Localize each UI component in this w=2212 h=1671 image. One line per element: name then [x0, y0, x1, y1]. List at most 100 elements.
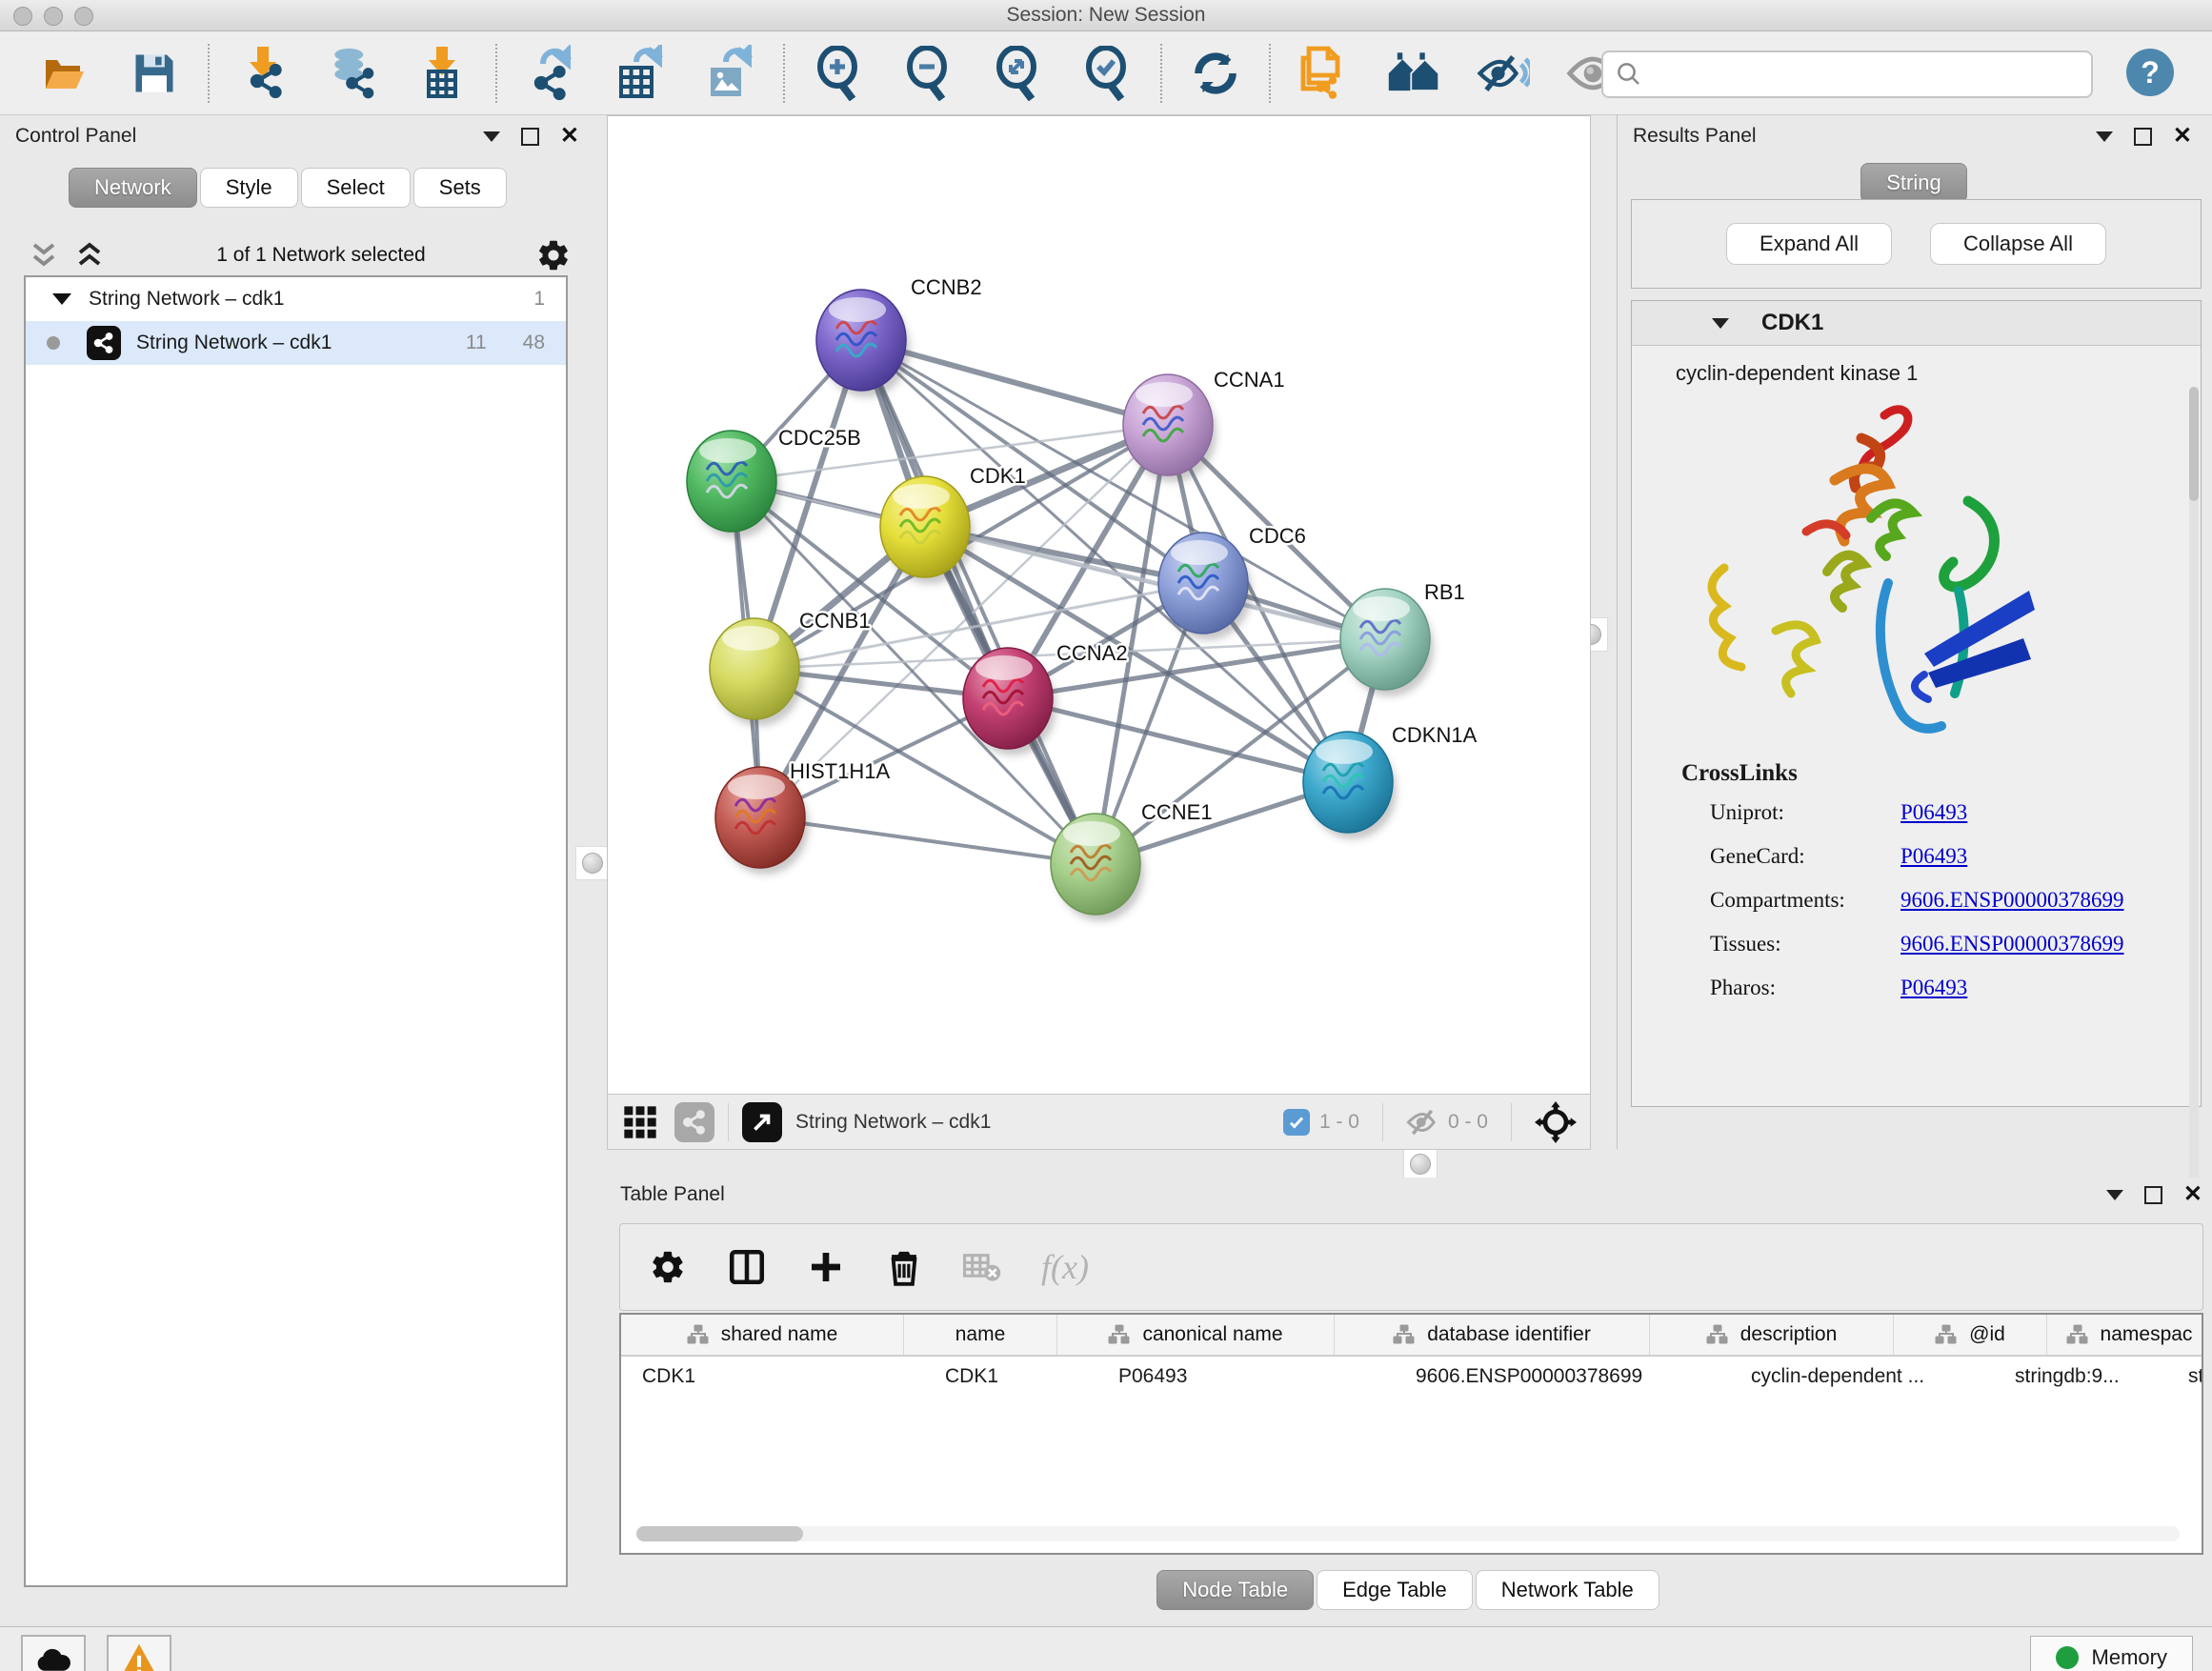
import-network-database-icon[interactable]	[326, 47, 379, 100]
edge-HIST1H1A-CCNE1[interactable]	[760, 817, 1096, 864]
column-header-database-identifier[interactable]: database identifier	[1335, 1315, 1650, 1355]
table-cell[interactable]: P06493	[1097, 1357, 1395, 1397]
table-cell[interactable]: stringdb:9...	[1994, 1357, 2167, 1397]
tab-select[interactable]: Select	[301, 168, 411, 208]
export-image-icon[interactable]	[703, 47, 756, 100]
network-overview-icon[interactable]	[674, 1102, 714, 1142]
export-table-icon[interactable]	[613, 47, 667, 100]
results-panel-menu-icon[interactable]	[2096, 131, 2113, 142]
node-RB1[interactable]	[1340, 589, 1434, 696]
open-session-icon[interactable]	[38, 47, 91, 100]
collapse-all-icon[interactable]	[29, 241, 61, 270]
node-details-expand-icon[interactable]	[1712, 318, 1729, 329]
memory-button[interactable]: Memory	[2030, 1636, 2193, 1671]
network-view-canvas[interactable]: CCNB2CCNA1CDC25BCDK1CDC6RB1CCNB1CCNA2CDK…	[607, 115, 1591, 1096]
hide-selection-icon[interactable]	[1477, 47, 1530, 100]
add-column-icon[interactable]	[807, 1248, 845, 1286]
table-horizontal-scrollbar[interactable]	[636, 1526, 2180, 1541]
column-header-namespac[interactable]: namespac	[2047, 1315, 2203, 1355]
node-CCNA1[interactable]	[1123, 374, 1217, 482]
import-table-icon[interactable]	[415, 47, 469, 100]
node-CCNB2[interactable]	[816, 290, 910, 397]
save-session-icon[interactable]	[128, 47, 181, 100]
results-panel-close-icon[interactable]: ✕	[2173, 125, 2192, 148]
show-columns-icon[interactable]	[727, 1247, 767, 1287]
collapse-all-button[interactable]: Collapse All	[1930, 223, 2106, 265]
tab-node-table[interactable]: Node Table	[1156, 1570, 1314, 1610]
network-collection-row[interactable]: String Network – cdk1 1	[26, 277, 566, 321]
help-button[interactable]: ?	[2126, 49, 2174, 96]
column-header-@id[interactable]: @id	[1894, 1315, 2047, 1355]
network-options-gear-icon[interactable]	[535, 237, 572, 273]
control-panel-close-icon[interactable]: ✕	[560, 125, 579, 148]
tab-network-table[interactable]: Network Table	[1476, 1570, 1659, 1610]
collection-expand-icon[interactable]	[52, 293, 71, 305]
crosslink-link[interactable]: 9606.ENSP00000378699	[1900, 888, 2124, 913]
tab-sets[interactable]: Sets	[413, 168, 507, 208]
clone-network-icon[interactable]	[1297, 47, 1351, 100]
table-cell[interactable]: 9606.ENSP00000378699	[1395, 1357, 1730, 1397]
table-row[interactable]: CDK1CDK1P064939606.ENSP00000378699cyclin…	[621, 1357, 2202, 1397]
birdseye-grid-icon[interactable]	[621, 1103, 659, 1141]
zoom-fit-icon[interactable]	[991, 47, 1044, 100]
expand-all-button[interactable]: Expand All	[1726, 223, 1892, 265]
crosslink-label: Pharos:	[1681, 976, 1900, 1000]
zoom-out-icon[interactable]	[901, 47, 955, 100]
home-icon[interactable]	[1387, 47, 1440, 100]
node-CCNB1[interactable]	[710, 618, 803, 726]
node-CDKN1A[interactable]	[1303, 732, 1397, 839]
left-splitter-handle[interactable]	[575, 846, 610, 880]
crosslink-link[interactable]: P06493	[1900, 844, 1967, 869]
expand-all-icon[interactable]	[74, 241, 107, 270]
column-header-name[interactable]: name	[904, 1315, 1057, 1355]
control-panel-menu-icon[interactable]	[483, 131, 500, 142]
tab-string[interactable]: String	[1860, 163, 1966, 203]
import-network-file-icon[interactable]	[236, 47, 290, 100]
cloud-status-button[interactable]	[21, 1635, 86, 1671]
tab-network[interactable]: Network	[69, 168, 197, 208]
export-network-icon[interactable]	[524, 47, 577, 100]
selected-indicator-checkbox[interactable]	[1283, 1109, 1310, 1136]
column-header-shared-name[interactable]: shared name	[621, 1315, 904, 1355]
table-cell[interactable]: cyclin-dependent ...	[1730, 1357, 1994, 1397]
refresh-view-icon[interactable]	[1189, 47, 1242, 100]
crosslink-link[interactable]: 9606.ENSP00000378699	[1900, 932, 2124, 956]
left-splitter[interactable]	[600, 115, 607, 1149]
crosslink-link[interactable]: P06493	[1900, 800, 1967, 825]
table-cell[interactable]: CDK1	[924, 1357, 1097, 1397]
crosslink-label: Tissues:	[1681, 932, 1900, 956]
search-box[interactable]	[1601, 50, 2093, 98]
search-input[interactable]	[1643, 62, 2057, 87]
table-cell[interactable]: stringdb	[2167, 1357, 2203, 1397]
horizontal-splitter-handle[interactable]	[1403, 1147, 1438, 1181]
node-CDK1[interactable]	[880, 476, 974, 584]
node-table[interactable]: shared namenamecanonical namedatabase id…	[619, 1313, 2203, 1555]
edge-CCNB2-CCNE1[interactable]	[861, 340, 1096, 864]
table-options-gear-icon[interactable]	[649, 1248, 687, 1286]
column-header-description[interactable]: description	[1650, 1315, 1894, 1355]
column-header-canonical-name[interactable]: canonical name	[1057, 1315, 1335, 1355]
table-panel-float-icon[interactable]	[2144, 1186, 2162, 1204]
results-panel-float-icon[interactable]	[2134, 128, 2152, 146]
pan-crosshair-icon[interactable]	[1535, 1101, 1577, 1143]
zoom-in-icon[interactable]	[812, 47, 865, 100]
network-row-selected[interactable]: String Network – cdk1 11 48	[26, 321, 566, 365]
node-details-header[interactable]: CDK1	[1632, 301, 2201, 346]
detach-view-icon[interactable]	[742, 1102, 782, 1142]
zoom-selected-icon[interactable]	[1080, 47, 1134, 100]
tab-edge-table[interactable]: Edge Table	[1317, 1570, 1473, 1610]
node-CDC25B[interactable]	[687, 431, 780, 538]
node-CCNE1[interactable]	[1051, 814, 1144, 921]
delete-column-icon[interactable]	[885, 1247, 923, 1287]
tab-style[interactable]: Style	[200, 168, 298, 208]
control-panel-float-icon[interactable]	[521, 128, 539, 146]
table-panel-close-icon[interactable]: ✕	[2183, 1183, 2202, 1206]
network-graph[interactable]: CCNB2CCNA1CDC25BCDK1CDC6RB1CCNB1CCNA2CDK…	[608, 116, 1590, 1095]
table-cell[interactable]: CDK1	[621, 1357, 924, 1397]
table-panel-menu-icon[interactable]	[2106, 1190, 2123, 1200]
hidden-eye-icon	[1406, 1108, 1438, 1137]
crosslink-link[interactable]: P06493	[1900, 976, 1967, 1000]
node-count: 11	[466, 332, 487, 354]
results-scrollbar[interactable]	[2189, 387, 2199, 1187]
warning-status-button[interactable]	[107, 1635, 171, 1671]
